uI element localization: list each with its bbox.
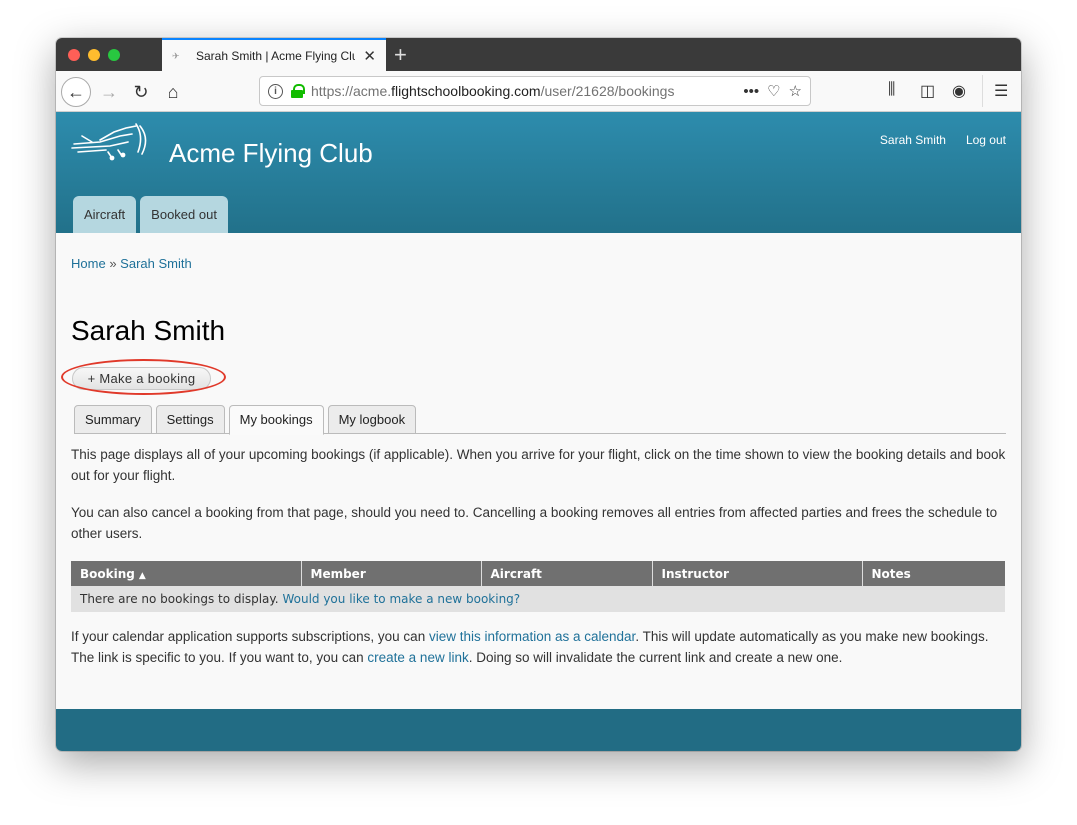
- breadcrumb-home-link[interactable]: Home: [71, 256, 106, 271]
- site-footer: [56, 709, 1021, 751]
- site-name[interactable]: Acme Flying Club: [169, 138, 373, 169]
- make-booking-button[interactable]: + Make a booking: [72, 367, 211, 390]
- intro-paragraph-2: You can also cancel a booking from that …: [71, 505, 998, 541]
- plane-icon: ✈: [172, 50, 180, 61]
- logout-link[interactable]: Log out: [966, 133, 1006, 147]
- tab-my-logbook[interactable]: My logbook: [327, 405, 417, 434]
- back-icon[interactable]: ←: [61, 77, 91, 107]
- column-header-aircraft[interactable]: Aircraft: [481, 561, 653, 586]
- minimize-window-button[interactable]: [88, 49, 100, 61]
- lock-icon: [291, 84, 305, 98]
- intro-paragraph-1: This page displays all of your upcoming …: [71, 447, 1006, 483]
- site-header: Acme Flying Club Sarah Smith Log out Air…: [56, 112, 1021, 233]
- breadcrumb-separator: »: [109, 256, 117, 271]
- plane-logo-icon[interactable]: [70, 122, 152, 166]
- breadcrumb: Home » Sarah Smith: [71, 256, 192, 271]
- empty-text: There are no bookings to display.: [80, 592, 279, 606]
- bookings-table: Booking ▲ Member Aircraft Instructor Note…: [71, 561, 1005, 612]
- nav-tab-aircraft[interactable]: Aircraft: [73, 196, 137, 233]
- tab-summary[interactable]: Summary: [74, 405, 152, 434]
- new-tab-button[interactable]: +: [394, 42, 407, 68]
- user-profile-link[interactable]: Sarah Smith: [880, 133, 946, 147]
- account-icon[interactable]: ◉: [952, 81, 966, 101]
- profile-tabs: Summary Settings My bookings My logbook: [74, 405, 1006, 435]
- main-content: Home » Sarah Smith Sarah Smith + Make a …: [56, 233, 1021, 709]
- menu-icon[interactable]: ☰: [994, 81, 1008, 101]
- tab-settings[interactable]: Settings: [155, 405, 225, 434]
- page-actions-icon[interactable]: •••: [743, 83, 759, 100]
- new-booking-link[interactable]: Would you like to make a new booking?: [282, 592, 520, 606]
- home-icon[interactable]: ⌂: [158, 77, 188, 107]
- browser-tab-strip: ✈ Sarah Smith | Acme Flying Club ✕ +: [56, 38, 1021, 71]
- tab-my-bookings[interactable]: My bookings: [228, 405, 324, 435]
- library-icon[interactable]: ⫼: [888, 81, 895, 99]
- browser-tab[interactable]: ✈ Sarah Smith | Acme Flying Club ✕: [162, 38, 386, 71]
- url-text[interactable]: https://acme.flightschoolbooking.com/use…: [311, 83, 735, 99]
- table-header-row: Booking ▲ Member Aircraft Instructor Note…: [71, 561, 1005, 586]
- close-tab-icon[interactable]: ✕: [363, 47, 376, 65]
- url-bar[interactable]: i https://acme.flightschoolbooking.com/u…: [259, 76, 811, 106]
- sidebar-icon[interactable]: ◫: [920, 81, 935, 101]
- info-icon[interactable]: i: [268, 83, 283, 99]
- table-row-empty: There are no bookings to display. Would …: [71, 586, 1005, 612]
- create-new-link[interactable]: create a new link: [367, 650, 468, 665]
- calendar-text-3: . Doing so will invalidate the current l…: [468, 650, 843, 665]
- tab-title: Sarah Smith | Acme Flying Club: [196, 48, 356, 63]
- calendar-paragraph: If your calendar application supports su…: [71, 626, 1006, 668]
- column-header-notes[interactable]: Notes: [862, 561, 1005, 586]
- calendar-text-1: If your calendar application supports su…: [71, 629, 429, 644]
- main-navigation: Aircraft Booked out: [73, 196, 228, 233]
- column-header-instructor[interactable]: Instructor: [652, 561, 863, 586]
- view-calendar-link[interactable]: view this information as a calendar: [429, 629, 635, 644]
- breadcrumb-current-link[interactable]: Sarah Smith: [120, 256, 192, 271]
- column-header-booking[interactable]: Booking ▲: [71, 561, 302, 586]
- page-title: Sarah Smith: [71, 315, 226, 346]
- reload-icon[interactable]: ↻: [126, 77, 156, 107]
- zoom-window-button[interactable]: [108, 49, 120, 61]
- forward-icon[interactable]: →: [94, 77, 124, 107]
- pocket-icon[interactable]: ♡: [767, 82, 780, 100]
- window-controls: [68, 49, 120, 61]
- nav-tab-booked-out[interactable]: Booked out: [140, 196, 228, 233]
- column-header-member[interactable]: Member: [301, 561, 482, 586]
- star-icon[interactable]: ☆: [789, 82, 802, 100]
- toolbar-separator: [982, 75, 983, 107]
- user-menu: Sarah Smith Log out: [880, 133, 1006, 147]
- browser-toolbar: ← → ↻ ⌂ i https://acme.flightschoolbooki…: [56, 71, 1021, 112]
- browser-window: ✈ Sarah Smith | Acme Flying Club ✕ + ← →…: [56, 38, 1021, 751]
- empty-message: There are no bookings to display. Would …: [71, 586, 1005, 612]
- close-window-button[interactable]: [68, 49, 80, 61]
- sort-ascending-icon[interactable]: ▲: [139, 571, 146, 581]
